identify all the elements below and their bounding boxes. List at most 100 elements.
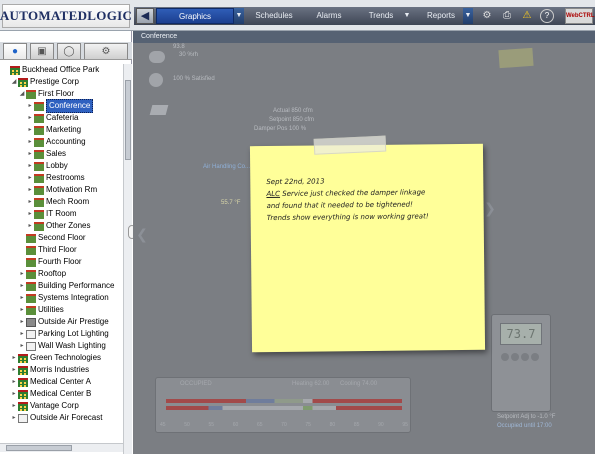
building-icon xyxy=(18,377,28,387)
notes-icon[interactable] xyxy=(149,105,169,115)
zone-icon xyxy=(34,149,44,159)
reports-menu-arrow[interactable]: ▼ xyxy=(463,8,473,24)
sticky-note-icon[interactable] xyxy=(498,47,534,69)
tree-item[interactable]: Third Floor xyxy=(18,244,77,256)
graphics-menu-arrow[interactable]: ▼ xyxy=(234,8,244,24)
sticky-note[interactable]: Sept 22nd, 2013 ALC Service just checked… xyxy=(249,135,486,353)
expand-arrow-icon[interactable]: ▸ xyxy=(10,376,18,388)
expand-arrow-icon[interactable]: ▸ xyxy=(18,328,26,340)
tree-item[interactable]: ▸ Morris Industries xyxy=(10,364,89,376)
expand-arrow-icon[interactable]: ▸ xyxy=(26,196,34,208)
next-arrow-icon[interactable]: ❯ xyxy=(483,197,497,219)
schedule-band[interactable]: OCCUPIED Heating 62.00 Cooling 74.00 45 … xyxy=(155,377,411,433)
expand-arrow-icon[interactable]: ▸ xyxy=(18,292,26,304)
expand-arrow-icon[interactable]: ▸ xyxy=(18,340,26,352)
tree-item[interactable]: Second Floor xyxy=(18,232,86,244)
tree-item-selected[interactable]: ▸ Conference xyxy=(26,99,94,113)
tree-item[interactable]: ▸ Restrooms xyxy=(26,172,85,184)
tree-item[interactable]: ▸ Lobby xyxy=(26,160,68,172)
tab-trends[interactable]: Trends xyxy=(357,8,405,24)
tree-item[interactable]: Buckhead Office Park xyxy=(2,64,99,76)
tree-item[interactable]: Fourth Floor xyxy=(18,256,82,268)
tab-schedules[interactable]: Schedules xyxy=(246,8,302,24)
expand-arrow-icon[interactable]: ▸ xyxy=(18,280,26,292)
tree-item[interactable]: ▸ Parking Lot Lighting xyxy=(18,328,109,340)
thermostat-buttons[interactable] xyxy=(500,353,542,367)
tree-item[interactable]: ▸ Building Performance xyxy=(18,280,114,292)
expand-arrow-icon[interactable]: ▸ xyxy=(26,100,34,112)
weather-icon xyxy=(149,51,165,63)
note-company: ALC xyxy=(266,189,281,199)
tab-graphics[interactable]: Graphics xyxy=(156,8,234,24)
tree-item[interactable]: ▸ Utilities xyxy=(18,304,64,316)
air-handler-link[interactable]: Air Handling Co... xyxy=(203,164,250,170)
tree-item-label: Utilities xyxy=(38,305,64,314)
zone-icon xyxy=(34,161,44,171)
expand-arrow-icon[interactable]: ▸ xyxy=(26,160,34,172)
tree-item-label: Marketing xyxy=(46,125,82,134)
expand-arrow-icon[interactable]: ▸ xyxy=(26,136,34,148)
expand-arrow-icon[interactable]: ▸ xyxy=(18,268,26,280)
tree-item[interactable]: ▸ Accounting xyxy=(26,136,86,148)
tape xyxy=(313,135,387,155)
tree-item-label: IT Room xyxy=(46,209,77,218)
tab-reports[interactable]: Reports xyxy=(417,8,465,24)
trends-menu-arrow[interactable]: ▼ xyxy=(402,8,412,24)
prev-arrow-icon[interactable]: ❮ xyxy=(135,223,149,245)
groups-icon[interactable]: ◯ xyxy=(57,43,81,59)
folder-icon xyxy=(26,293,36,303)
expand-arrow-icon[interactable]: ▸ xyxy=(26,172,34,184)
expand-arrow-icon[interactable]: ▸ xyxy=(18,304,26,316)
config-icon[interactable]: ⚙ xyxy=(84,43,128,59)
tree-item[interactable]: ▸ Other Zones xyxy=(26,220,90,232)
network-tree-icon[interactable]: ▣ xyxy=(30,43,54,59)
tree-item[interactable]: ▸ Vantage Corp xyxy=(10,400,79,412)
expand-arrow-icon[interactable]: ▸ xyxy=(10,388,18,400)
tree-item[interactable]: ▸ Outside Air Prestige xyxy=(18,316,109,328)
expand-arrow-icon[interactable]: ▸ xyxy=(26,184,34,196)
network-icon[interactable]: ⚙ xyxy=(480,9,494,23)
building-icon xyxy=(18,365,28,375)
expand-arrow-icon[interactable]: ▸ xyxy=(10,412,18,424)
tree-item[interactable]: ▸ Sales xyxy=(26,148,66,160)
expand-arrow-icon[interactable]: ▸ xyxy=(10,352,18,364)
expand-arrow-icon[interactable]: ▸ xyxy=(26,220,34,232)
tree-horizontal-scrollbar[interactable] xyxy=(0,443,123,452)
tree-item[interactable]: ◢ Prestige Corp xyxy=(10,76,79,88)
expand-arrow-icon[interactable]: ▸ xyxy=(18,316,26,328)
tree-item-label: Other Zones xyxy=(46,221,91,230)
tree-vertical-scrollbar[interactable] xyxy=(123,64,132,454)
tree-item[interactable]: ▸ Medical Center B xyxy=(10,388,91,400)
expand-arrow-icon[interactable]: ▸ xyxy=(26,208,34,220)
collapse-arrow-icon[interactable]: ◢ xyxy=(18,88,26,100)
tree-item[interactable]: ▸ Rooftop xyxy=(18,268,66,280)
expand-arrow-icon[interactable]: ▸ xyxy=(26,112,34,124)
print-icon[interactable]: ⎙ xyxy=(500,9,514,23)
scroll-thumb[interactable] xyxy=(125,80,131,160)
tree-item[interactable]: ▸ Green Technologies xyxy=(10,352,101,364)
setpoint-adjust[interactable]: Setpoint Adj to -1.0 °F xyxy=(497,414,555,420)
expand-arrow-icon[interactable]: ▸ xyxy=(10,364,18,376)
tree-item[interactable]: ▸ Outside Air Forecast xyxy=(10,412,102,424)
tree-item[interactable]: ▸ Marketing xyxy=(26,124,81,136)
help-icon[interactable]: ? xyxy=(540,9,554,23)
tree-item[interactable]: ▸ Cafeteria xyxy=(26,112,78,124)
thermostat[interactable]: 73.7 xyxy=(491,314,551,412)
alarm-warning-icon[interactable]: ⚠ xyxy=(520,9,534,23)
tab-alarms[interactable]: Alarms xyxy=(305,8,353,24)
expand-arrow-icon[interactable]: ▸ xyxy=(26,124,34,136)
tree-item[interactable]: ▸ Wall Wash Lighting xyxy=(18,340,106,352)
tree-item[interactable]: ▸ IT Room xyxy=(26,208,77,220)
collapse-arrow-icon[interactable]: ◢ xyxy=(10,76,18,88)
expand-arrow-icon[interactable]: ▸ xyxy=(10,400,18,412)
geographic-icon[interactable]: ● xyxy=(3,43,27,59)
tree-item[interactable]: ▸ Systems Integration xyxy=(18,292,109,304)
tree-item-label: Parking Lot Lighting xyxy=(38,329,109,338)
expand-arrow-icon[interactable]: ▸ xyxy=(26,148,34,160)
tree-item[interactable]: ▸ Mech Room xyxy=(26,196,89,208)
back-arrow-icon[interactable]: ◀ xyxy=(136,8,154,24)
tree-item[interactable]: ▸ Motivation Rm xyxy=(26,184,97,196)
tree-item[interactable]: ▸ Medical Center A xyxy=(10,376,91,388)
note-text: Service just checked the damper linkage xyxy=(279,188,426,198)
scroll-thumb[interactable] xyxy=(6,445,72,451)
